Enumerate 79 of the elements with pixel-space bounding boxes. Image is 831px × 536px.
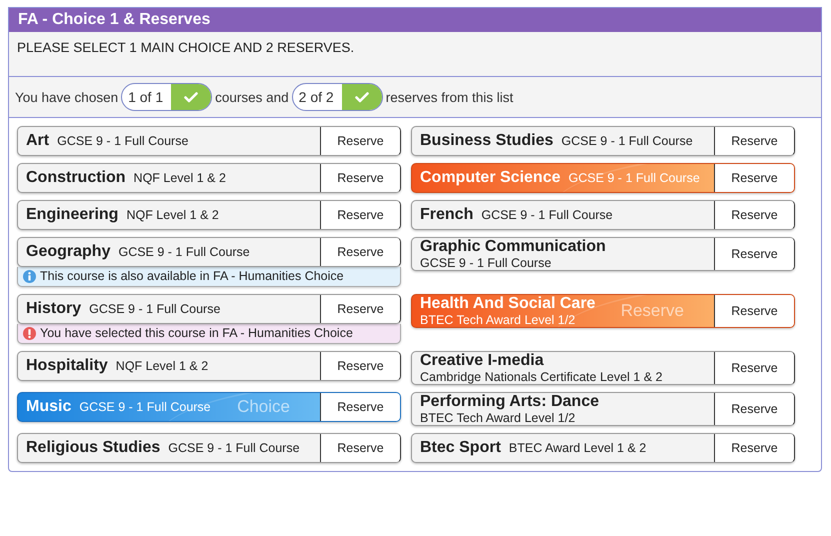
reserve-button[interactable]: Reserve xyxy=(320,434,400,462)
summary-text: reserves from this list xyxy=(386,90,514,104)
qualification-label: GCSE 9 - 1 Full Course xyxy=(89,302,220,316)
summary-text: courses and xyxy=(215,90,289,104)
course-card[interactable]: History GCSE 9 - 1 Full Course Reserve xyxy=(17,294,401,324)
course-name: Geography xyxy=(26,243,110,261)
reserve-button[interactable]: Reserve xyxy=(320,164,400,192)
reserve-button[interactable]: Reserve xyxy=(714,238,794,270)
qualification-label: GCSE 9 - 1 Full Course xyxy=(420,256,552,270)
instruction-text: PLEASE SELECT 1 MAIN CHOICE AND 2 RESERVES. xyxy=(17,40,354,55)
reserve-button[interactable]: Reserve xyxy=(714,164,794,192)
course-name: Performing Arts: Dance xyxy=(420,393,599,411)
course-card[interactable]: Hospitality NQF Level 1 & 2 Reserve xyxy=(17,351,401,381)
reserve-button[interactable]: Reserve xyxy=(320,201,400,229)
course-card[interactable]: Religious Studies GCSE 9 - 1 Full Course Reserve xyxy=(17,433,401,463)
qualification-label: NQF Level 1 & 2 xyxy=(134,171,226,185)
reserve-button[interactable]: Reserve xyxy=(714,434,794,462)
course-name: Engineering xyxy=(26,206,118,224)
check-icon xyxy=(184,92,198,102)
reserve-button[interactable]: Reserve xyxy=(714,127,794,155)
course-name: Computer Science xyxy=(420,169,560,187)
course-card[interactable]: Geography GCSE 9 - 1 Full Course Reserve xyxy=(17,237,401,267)
qualification-label: BTEC Award Level 1 & 2 xyxy=(508,441,646,455)
course-card[interactable]: Construction NQF Level 1 & 2 Reserve xyxy=(17,163,401,193)
count-indicator: 2 of 2 xyxy=(292,83,383,111)
qualification-label: GCSE 9 - 1 Full Course xyxy=(568,171,700,185)
count-indicator: 1 of 1 xyxy=(121,83,212,111)
reserve-button[interactable]: Reserve xyxy=(714,201,794,229)
course-card[interactable]: Music GCSE 9 - 1 Full Course Choice Reserve xyxy=(17,392,401,422)
course-card[interactable]: Creative I-media Cambridge Nationals Certificate Level 1 & 2 Reserve xyxy=(411,351,795,385)
reserve-button[interactable]: Reserve xyxy=(320,238,400,266)
course-name: Creative I-media xyxy=(420,352,544,370)
reserve-button[interactable]: Reserve xyxy=(714,393,794,425)
reserve-button[interactable]: Reserve xyxy=(320,127,400,155)
course-name: History xyxy=(26,300,82,318)
course-name: Religious Studies xyxy=(26,439,160,457)
course-name: Music xyxy=(26,398,72,416)
qualification-label: Cambridge Nationals Certificate Level 1 & 2 xyxy=(420,370,662,384)
course-card[interactable]: French GCSE 9 - 1 Full Course Reserve xyxy=(411,200,795,230)
panel-title: FA - Choice 1 & Reserves xyxy=(9,8,821,32)
status-watermark: Reserve xyxy=(620,301,684,321)
course-name: Graphic Communication xyxy=(420,238,606,256)
qualification-label: GCSE 9 - 1 Full Course xyxy=(481,208,613,222)
summary-text: You have chosen xyxy=(15,90,118,104)
qualification-label: BTEC Tech Award Level 1/2 xyxy=(420,411,576,425)
qualification-label: BTEC Tech Award Level 1/2 xyxy=(420,313,576,327)
reserve-button[interactable]: Reserve xyxy=(320,352,400,380)
course-name: Construction xyxy=(26,169,126,187)
check-icon xyxy=(354,92,369,102)
course-name: Btec Sport xyxy=(420,439,501,457)
alert-icon xyxy=(23,326,36,340)
qualification-label: GCSE 9 - 1 Full Course xyxy=(561,134,693,148)
course-card[interactable]: Computer Science GCSE 9 - 1 Full Course Reserve xyxy=(411,163,795,193)
reserve-button[interactable]: Reserve xyxy=(320,295,400,323)
qualification-label: GCSE 9 - 1 Full Course xyxy=(168,441,300,455)
info-icon xyxy=(23,270,36,282)
course-card[interactable]: Health And Social Care BTEC Tech Award Level 1/2 Reserve Reserve xyxy=(411,294,795,328)
course-card[interactable]: Engineering NQF Level 1 & 2 Reserve xyxy=(17,200,401,230)
status-watermark: Choice xyxy=(237,397,290,417)
warning-message: You have selected this course in FA - Humanities Choice xyxy=(17,324,401,344)
course-card[interactable]: Business Studies GCSE 9 - 1 Full Course Reserve xyxy=(411,126,795,156)
info-message: This course is also available in FA - Humanities Choice xyxy=(17,267,401,287)
course-name: Hospitality xyxy=(26,357,108,375)
course-card[interactable]: Art GCSE 9 - 1 Full Course Reserve xyxy=(17,126,401,156)
course-card[interactable]: Graphic Communication GCSE 9 - 1 Full Course Reserve xyxy=(411,237,795,271)
course-name: Art xyxy=(26,132,50,150)
course-card[interactable]: Btec Sport BTEC Award Level 1 & 2 Reserve xyxy=(411,433,795,463)
reserve-button[interactable]: Reserve xyxy=(714,295,794,327)
reserve-button[interactable]: Reserve xyxy=(714,352,794,384)
qualification-label: GCSE 9 - 1 Full Course xyxy=(57,134,188,148)
course-name: Health And Social Care xyxy=(420,295,596,313)
qualification-label: GCSE 9 - 1 Full Course xyxy=(79,400,211,414)
course-card[interactable]: Performing Arts: Dance BTEC Tech Award Level 1/2 Reserve xyxy=(411,392,795,426)
course-name: Business Studies xyxy=(420,132,554,150)
qualification-label: NQF Level 1 & 2 xyxy=(126,208,219,222)
qualification-label: GCSE 9 - 1 Full Course xyxy=(118,245,250,259)
qualification-label: NQF Level 1 & 2 xyxy=(116,359,208,373)
course-name: French xyxy=(420,206,474,224)
reserve-button[interactable]: Reserve xyxy=(320,393,400,421)
